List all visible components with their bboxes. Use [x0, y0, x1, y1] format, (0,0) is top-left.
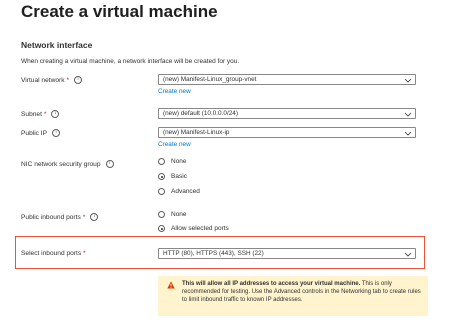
info-icon[interactable]: i	[90, 213, 99, 221]
subnet-value: (new) default (10.0.0.0/24)	[163, 110, 238, 117]
public-ip-label: Public IP i	[21, 129, 61, 137]
option-label: None	[171, 211, 187, 218]
public-ip-create-new-link[interactable]: Create new	[158, 141, 191, 148]
option-label: Basic	[171, 173, 187, 180]
inbound-ports-label-text: Public inbound ports	[21, 213, 81, 221]
chevron-down-icon	[404, 112, 412, 117]
nic-nsg-label: NIC network security group i	[21, 160, 114, 168]
nic-nsg-option-none[interactable]: None	[158, 158, 187, 165]
subnet-label-text: Subnet	[21, 110, 42, 118]
radio-button[interactable]	[158, 158, 165, 165]
inbound-ports-option-none[interactable]: None	[158, 211, 187, 218]
nic-nsg-option-advanced[interactable]: Advanced	[158, 188, 200, 195]
required-marker: *	[66, 76, 70, 84]
radio-button[interactable]	[158, 211, 165, 218]
subnet-select[interactable]: (new) default (10.0.0.0/24)	[158, 108, 416, 119]
nic-nsg-label-text: NIC network security group	[21, 160, 101, 168]
warning-text: This will allow all IP addresses to acce…	[182, 280, 422, 304]
radio-button-selected[interactable]	[158, 173, 165, 180]
info-icon[interactable]: i	[105, 160, 114, 168]
option-label: None	[171, 158, 187, 165]
more-options-button[interactable]: ···	[176, 3, 192, 18]
vnet-label: Virtual network * i	[21, 76, 83, 84]
inbound-ports-option-allow[interactable]: Allow selected ports	[158, 225, 229, 232]
select-ports-label-text: Select inbound ports	[21, 250, 82, 257]
info-icon[interactable]: i	[51, 110, 60, 118]
vnet-create-new-link[interactable]: Create new	[158, 88, 191, 95]
section-description: When creating a virtual machine, a netwo…	[21, 58, 240, 65]
warning-banner: This will allow all IP addresses to acce…	[158, 276, 428, 316]
radio-button-selected[interactable]	[158, 225, 165, 232]
required-marker: *	[83, 250, 86, 257]
inbound-ports-label: Public inbound ports * i	[21, 213, 99, 221]
required-marker: *	[82, 213, 86, 221]
vnet-value: (new) Manifest-Linux_group-vnet	[163, 76, 257, 83]
select-ports-label: Select inbound ports *	[21, 250, 86, 257]
public-ip-select[interactable]: (new) Manifest-Linux-ip	[158, 127, 416, 138]
radio-button[interactable]	[158, 188, 165, 195]
subnet-label: Subnet * i	[21, 110, 60, 118]
public-ip-label-text: Public IP	[21, 129, 48, 137]
option-label: Allow selected ports	[171, 225, 229, 232]
required-marker: *	[43, 110, 47, 118]
select-ports-value: HTTP (80), HTTPS (443), SSH (22)	[163, 250, 264, 257]
section-heading: Network interface	[21, 40, 93, 50]
option-label: Advanced	[171, 188, 200, 195]
warning-bold-text: This will allow all IP addresses to acce…	[182, 281, 361, 287]
chevron-down-icon	[404, 78, 412, 83]
vnet-label-text: Virtual network	[21, 76, 65, 84]
chevron-down-icon	[404, 252, 412, 257]
public-ip-value: (new) Manifest-Linux-ip	[163, 129, 230, 136]
warning-icon	[167, 281, 175, 289]
nic-nsg-option-basic[interactable]: Basic	[158, 173, 187, 180]
info-icon[interactable]: i	[52, 129, 61, 137]
chevron-down-icon	[404, 131, 412, 136]
vnet-select[interactable]: (new) Manifest-Linux_group-vnet	[158, 74, 416, 85]
select-ports-dropdown[interactable]: HTTP (80), HTTPS (443), SSH (22)	[158, 248, 416, 259]
info-icon[interactable]: i	[74, 76, 83, 84]
